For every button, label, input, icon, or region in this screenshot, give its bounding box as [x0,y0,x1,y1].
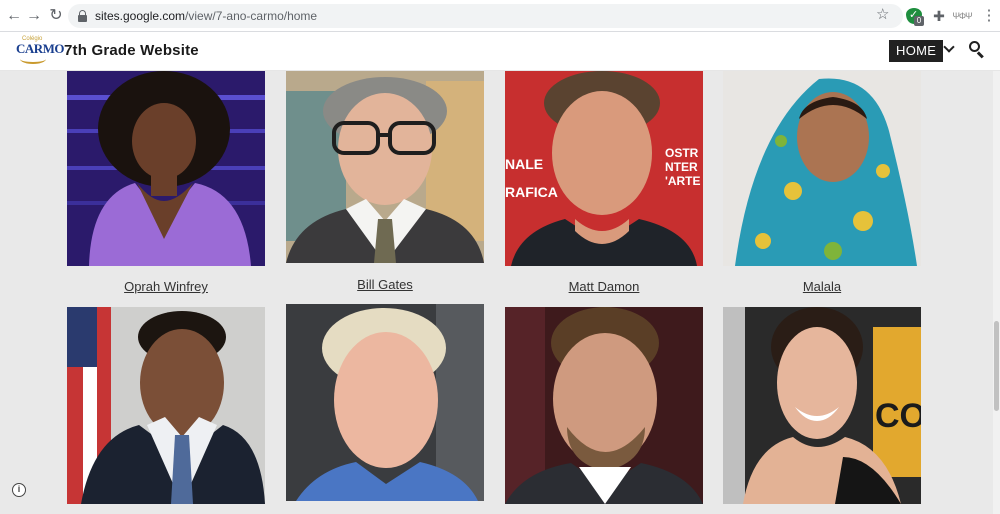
site-title[interactable]: 7th Grade Website [64,42,199,59]
browser-menu-icon[interactable]: ⋮ [981,8,997,24]
svg-text:CO: CO [875,397,921,435]
person-name-link[interactable]: Bill Gates [286,277,484,292]
search-icon[interactable] [969,41,985,59]
extension-badge-icon: 0 [914,16,924,26]
portrait-oprah[interactable] [67,71,265,266]
svg-text:NALE: NALE [505,156,543,172]
url-text: sites.google.com/view/7-ano-carmo/home [95,9,317,23]
forward-arrow-icon[interactable]: → [24,6,44,26]
portrait-malala[interactable] [723,71,921,266]
address-bar[interactable]: sites.google.com/view/7-ano-carmo/home [68,4,903,28]
site-header: Colégio CARMO 7th Grade Website HOME [0,32,1000,71]
person-name-link[interactable]: Malala [723,279,921,294]
people-gallery: Oprah Winfrey Bill Gates NALE RAFICA OST… [0,71,1000,514]
url-host: sites.google.com [95,9,186,23]
page-scrollbar[interactable] [993,71,1000,514]
nav-home-button[interactable]: HOME [889,40,944,62]
svg-text:NTER: NTER [665,160,698,174]
profile-icon[interactable]: ΨΦΨ [952,8,972,24]
chevron-down-icon[interactable] [942,42,956,56]
school-logo[interactable]: Colégio CARMO [14,36,65,66]
portrait-leonardo-dicaprio[interactable] [505,307,703,504]
portrait-bill-gates[interactable] [286,71,484,263]
svg-text:'ARTE: 'ARTE [665,174,701,188]
portrait-ellen-degeneres[interactable] [286,304,484,501]
back-arrow-icon[interactable]: ← [4,6,24,26]
reload-icon[interactable]: ↻ [46,6,66,26]
portrait-angelina-jolie[interactable]: CO [723,307,921,504]
person-name-link[interactable]: Oprah Winfrey [67,279,265,294]
svg-text:OSTR: OSTR [665,146,699,160]
browser-toolbar: ← → ↻ sites.google.com/view/7-ano-carmo/… [0,0,1000,32]
bookmark-star-icon[interactable]: ☆ [876,5,889,23]
info-icon[interactable]: i [12,483,26,497]
lock-icon [78,10,87,22]
url-path: /view/7-ano-carmo/home [185,9,318,23]
scrollbar-thumb[interactable] [994,321,999,411]
portrait-matt-damon[interactable]: NALE RAFICA OSTR NTER 'ARTE [505,71,703,266]
extensions-puzzle-icon[interactable]: ✚ [931,8,947,24]
svg-text:RAFICA: RAFICA [505,184,558,200]
portrait-barack-obama[interactable] [67,307,265,504]
person-name-link[interactable]: Matt Damon [505,279,703,294]
